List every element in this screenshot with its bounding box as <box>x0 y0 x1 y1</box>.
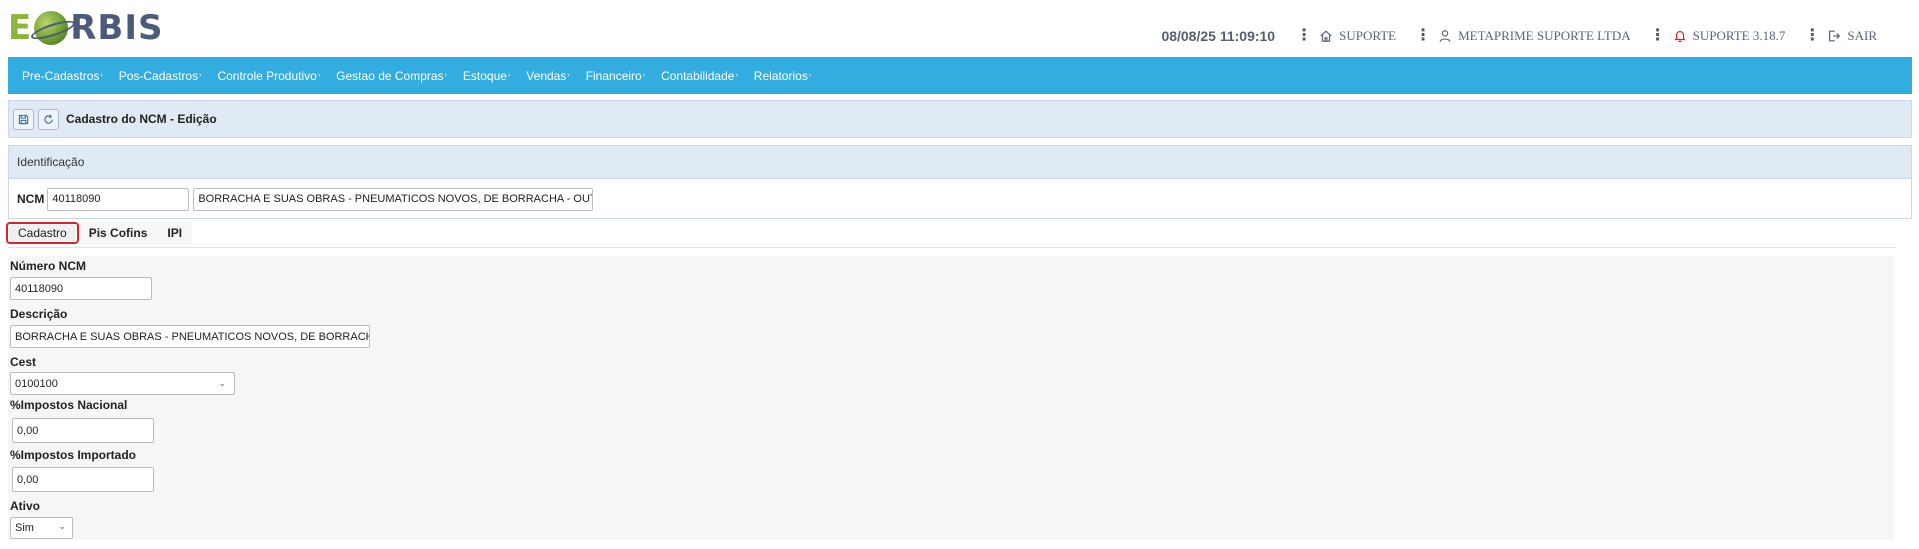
cest-select[interactable]: 0100100 ⌄ <box>10 372 235 395</box>
page-title: Cadastro do NCM - Edição <box>66 112 217 126</box>
datetime-display: 08/08/25 11:09:10 <box>1161 28 1276 44</box>
menu-label: Financeiro <box>585 68 642 83</box>
cest-label: Cest <box>10 355 37 369</box>
menu-label: Vendas <box>526 68 567 83</box>
kebab-menu-icon[interactable]: ⋮ <box>1408 28 1438 44</box>
menu-label: Estoque <box>462 68 507 83</box>
caret-right-icon: › <box>444 71 447 79</box>
menu-estoque[interactable]: Estoque › <box>463 69 510 83</box>
bell-icon <box>1673 31 1686 43</box>
cadastro-form: Número NCM 40118090 Descrição BORRACHA E… <box>8 256 1894 540</box>
ncm-description-input[interactable]: BORRACHA E SUAS OBRAS - PNEUMATICOS NOVO… <box>193 187 594 211</box>
chevron-down-icon: ⌄ <box>218 378 226 388</box>
logo-letters-rbis: RBIS <box>70 8 164 48</box>
numero-ncm-input[interactable]: 40118090 <box>10 277 152 300</box>
refresh-icon <box>44 114 53 124</box>
save-icon <box>18 114 29 124</box>
version-link[interactable]: SUPORTE 3.18.7 <box>1673 28 1786 44</box>
numero-ncm-label: Número NCM <box>10 259 87 273</box>
menu-controle-produtivo[interactable]: Controle Produtivo › <box>217 69 320 83</box>
tab-pis-cofins[interactable]: Pis Cofins <box>78 222 158 244</box>
logout-label: SAIR <box>1847 28 1877 43</box>
menu-label: Relatorios <box>753 68 808 83</box>
refresh-button[interactable] <box>38 108 59 130</box>
menu-label: Pos-Cadastros <box>118 68 199 83</box>
menu-label: Contabilidade <box>661 68 735 83</box>
ncm-code-input[interactable]: 40118090 <box>47 187 190 211</box>
logo-globe-icon <box>34 11 69 45</box>
impostos-nacional-label: %Impostos Nacional <box>10 398 128 412</box>
logout-icon <box>1829 30 1841 42</box>
ncm-label: NCM <box>17 192 45 206</box>
caret-right-icon: › <box>567 71 570 79</box>
menu-pos-cadastros[interactable]: Pos-Cadastros › <box>119 69 202 83</box>
tab-bar: Cadastro Pis Cofins IPI <box>6 221 193 245</box>
caret-right-icon: › <box>735 71 738 79</box>
descricao-label: Descrição <box>10 307 68 321</box>
menu-label: Controle Produtivo <box>217 68 317 83</box>
ativo-selected-value: Sim <box>15 522 34 534</box>
save-button[interactable] <box>13 108 34 130</box>
caret-right-icon: › <box>642 71 646 79</box>
menu-contabilidade[interactable]: Contabilidade › <box>661 69 738 83</box>
menu-vendas[interactable]: Vendas › <box>526 69 569 83</box>
tab-cadastro[interactable]: Cadastro <box>6 222 79 244</box>
caret-right-icon: › <box>100 71 103 79</box>
caret-right-icon: › <box>808 71 812 79</box>
main-menu-bar: Pre-Cadastros › Pos-Cadastros › Controle P… <box>8 57 1912 94</box>
caret-right-icon: › <box>317 71 321 79</box>
tab-ipi[interactable]: IPI <box>157 222 193 244</box>
impostos-importado-input[interactable]: 0,00 <box>12 467 154 492</box>
descricao-input[interactable]: BORRACHA E SUAS OBRAS - PNEUMATICOS NOVO… <box>10 325 370 348</box>
ativo-label: Ativo <box>10 499 40 513</box>
menu-gestao-de-compras[interactable]: Gestao de Compras › <box>336 69 447 83</box>
menu-pre-cadastros[interactable]: Pre-Cadastros › <box>22 69 103 83</box>
page-toolbar: Cadastro do NCM - Edição <box>8 100 1912 138</box>
menu-label: Gestao de Compras <box>336 68 444 83</box>
logout-link[interactable]: SAIR <box>1827 28 1877 44</box>
impostos-importado-label: %Impostos Importado <box>10 448 137 462</box>
home-icon <box>1320 30 1332 42</box>
user-icon <box>1439 30 1451 42</box>
version-label: SUPORTE 3.18.7 <box>1692 28 1786 43</box>
ativo-select[interactable]: Sim ⌄ <box>10 517 73 539</box>
chevron-down-icon: ⌄ <box>58 521 66 531</box>
menu-label: Pre-Cadastros <box>22 68 100 83</box>
suporte-link[interactable]: SUPORTE <box>1319 28 1396 44</box>
company-label: METAPRIME SUPORTE LTDA <box>1458 28 1631 43</box>
company-link[interactable]: METAPRIME SUPORTE LTDA <box>1438 28 1631 44</box>
eorbis-logo[interactable]: E RBIS <box>8 8 163 48</box>
impostos-nacional-input[interactable]: 0,00 <box>12 418 154 443</box>
kebab-menu-icon[interactable]: ⋮ <box>1289 28 1319 44</box>
kebab-menu-icon[interactable]: ⋮ <box>1797 28 1827 44</box>
cest-selected-value: 0100100 <box>15 377 58 390</box>
logo-letter-e: E <box>8 8 33 48</box>
kebab-menu-icon[interactable]: ⋮ <box>1643 28 1673 44</box>
tab-divider <box>8 247 1896 248</box>
identificacao-panel: Identificação NCM 40118090 BORRACHA E SU… <box>8 145 1912 219</box>
menu-financeiro[interactable]: Financeiro › <box>586 69 645 83</box>
caret-right-icon: › <box>199 71 202 79</box>
caret-right-icon: › <box>507 71 511 79</box>
menu-relatorios[interactable]: Relatorios › <box>754 69 811 83</box>
identificacao-heading: Identificação <box>9 146 1911 179</box>
ncm-row: NCM 40118090 BORRACHA E SUAS OBRAS - PNE… <box>9 179 1911 219</box>
top-status-bar: 08/08/25 11:09:10 ⋮ SUPORTE ⋮ METAPRIME … <box>1161 24 1889 48</box>
suporte-label: SUPORTE <box>1339 28 1397 43</box>
